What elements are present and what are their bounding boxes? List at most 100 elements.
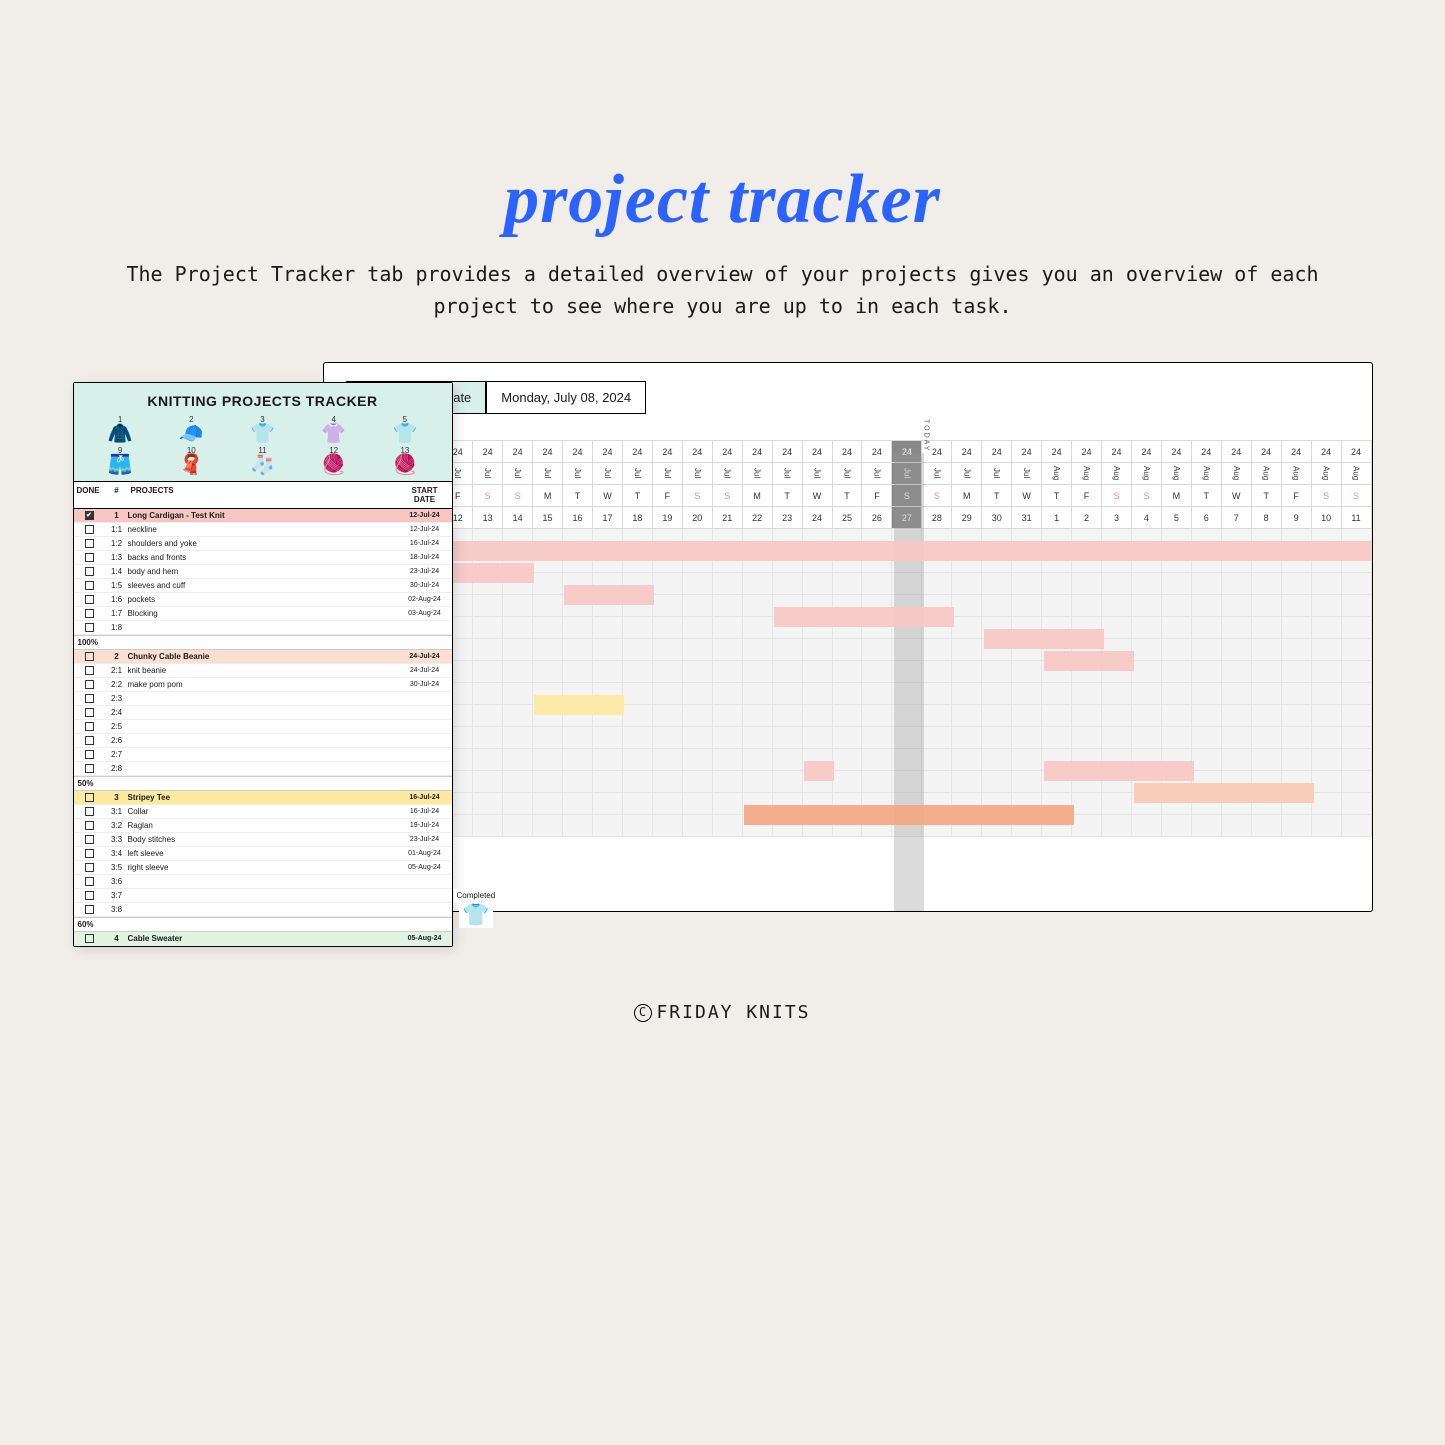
gantt-cell [1072,793,1102,815]
done-checkbox[interactable] [74,722,106,731]
done-checkbox[interactable] [74,821,106,830]
done-checkbox[interactable] [74,764,106,773]
task-row[interactable]: 2:3 [74,692,452,706]
task-row[interactable]: 1:6pockets02-Aug-24 [74,593,452,607]
task-row[interactable]: 1:1neckline12-Jul-24 [74,523,452,537]
task-row[interactable]: 3:5right sleeve05-Aug-24 [74,861,452,875]
done-checkbox[interactable] [74,708,106,717]
task-row[interactable]: 3:2Raglan19-Jul-24 [74,819,452,833]
gantt-cell [1192,749,1222,771]
task-row[interactable]: 2:7 [74,748,452,762]
done-checkbox[interactable] [74,905,106,914]
done-checkbox[interactable] [74,595,106,604]
icon-slot[interactable]: 10🧣 [157,446,226,475]
icon-slot[interactable]: 2🧢 [157,415,226,444]
task-row[interactable]: 1:4body and hem23-Jul-24 [74,565,452,579]
copyright-icon: C [634,1004,652,1022]
cal-cell: 22 [743,507,773,529]
task-row[interactable]: 3:1Collar16-Jul-24 [74,805,452,819]
gantt-cell [563,661,593,683]
gantt-cell [593,529,623,551]
gantt-cell [1252,771,1282,793]
gantt-cell [952,727,982,749]
gantt-cell [1222,573,1252,595]
icon-slot[interactable]: 4👚 [299,415,368,444]
icon-slot[interactable]: 3👕 [228,415,297,444]
cal-cell: 24 [743,441,773,463]
task-row[interactable]: 3:8 [74,903,452,917]
done-checkbox[interactable] [74,877,106,886]
icon-slot[interactable]: 9🩳 [86,446,155,475]
done-checkbox[interactable] [74,694,106,703]
gantt-cell [773,661,803,683]
icon-slot[interactable]: 1🧥 [86,415,155,444]
done-checkbox[interactable] [74,553,106,562]
done-checkbox[interactable] [74,623,106,632]
done-checkbox[interactable] [74,511,106,520]
done-checkbox[interactable] [74,934,106,943]
done-checkbox[interactable] [74,567,106,576]
task-row[interactable]: 1:7Blocking03-Aug-24 [74,607,452,621]
cal-cell: 10 [1312,507,1342,529]
gantt-cell [803,793,833,815]
done-checkbox[interactable] [74,609,106,618]
timeline-date-chip[interactable]: Monday, July 08, 2024 [486,381,646,414]
done-checkbox[interactable] [74,849,106,858]
done-checkbox[interactable] [74,652,106,661]
gantt-cell [833,683,863,705]
task-row[interactable]: 3:6 [74,875,452,889]
done-checkbox[interactable] [74,525,106,534]
icon-slot[interactable]: 11🧦 [228,446,297,475]
gantt-cell [743,617,773,639]
task-row[interactable]: 1:5sleeves and cuff30-Jul-24 [74,579,452,593]
task-row[interactable]: 2:6 [74,734,452,748]
gantt-cell [473,749,503,771]
gantt-cell [982,749,1012,771]
task-row[interactable]: 1:3backs and fronts18-Jul-24 [74,551,452,565]
done-checkbox[interactable] [74,666,106,675]
gantt-cell [1162,771,1192,793]
gantt-cell [1162,727,1192,749]
done-checkbox[interactable] [74,581,106,590]
done-checkbox[interactable] [74,807,106,816]
project-header-row[interactable]: 3Stripey Tee16-Jul-24 [74,791,452,805]
done-checkbox[interactable] [74,835,106,844]
task-row[interactable]: 2:1knit beanie24-Jul-24 [74,664,452,678]
gantt-cell [1132,551,1162,573]
cal-cell: Jul [743,463,773,485]
done-checkbox[interactable] [74,680,106,689]
gantt-cell [1252,529,1282,551]
task-row[interactable]: 2:8 [74,762,452,776]
done-checkbox[interactable] [74,750,106,759]
task-row[interactable]: 2:4 [74,706,452,720]
task-row[interactable]: 2:5 [74,720,452,734]
done-checkbox[interactable] [74,539,106,548]
gantt-cell [563,683,593,705]
icon-slot[interactable]: 5👕 [370,415,439,444]
gantt-cell [503,727,533,749]
gantt-cell [623,639,653,661]
gantt-cell [803,749,833,771]
project-header-row[interactable]: 1Long Cardigan - Test Knit12-Jul-24 [74,509,452,523]
icon-slot[interactable]: 13🧶 [370,446,439,475]
cal-cell: F [653,485,683,507]
task-row[interactable]: 3:4left sleeve01-Aug-24 [74,847,452,861]
done-checkbox[interactable] [74,793,106,802]
gantt-cell [952,661,982,683]
done-checkbox[interactable] [74,863,106,872]
gantt-cell [653,617,683,639]
done-checkbox[interactable] [74,891,106,900]
project-header-row[interactable]: 2Chunky Cable Beanie24-Jul-24 [74,650,452,664]
icon-slot[interactable]: 12🧶 [299,446,368,475]
task-row[interactable]: 1:8 [74,621,452,635]
done-checkbox[interactable] [74,736,106,745]
gantt-cell [713,727,743,749]
project-header-row[interactable]: 4Cable Sweater05-Aug-24 [74,932,452,946]
task-row[interactable]: 1:2shoulders and yoke16-Jul-24 [74,537,452,551]
cal-cell: S [473,485,503,507]
task-row[interactable]: 3:7 [74,889,452,903]
cal-cell: M [533,485,563,507]
gantt-cell [653,705,683,727]
task-row[interactable]: 2:2make pom pom30-Jul-24 [74,678,452,692]
task-row[interactable]: 3:3Body stitches23-Jul-24 [74,833,452,847]
